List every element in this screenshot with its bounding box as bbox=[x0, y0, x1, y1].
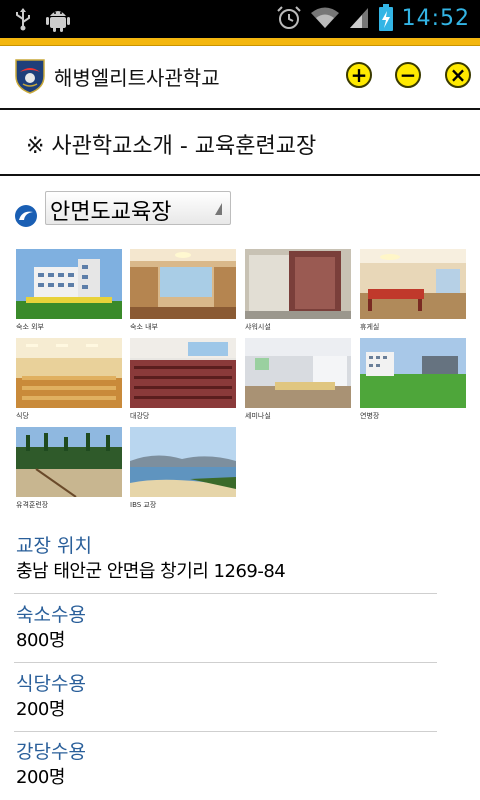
gallery-caption: 숙소 내부 bbox=[130, 323, 158, 331]
wifi-icon bbox=[310, 7, 339, 28]
close-button[interactable]: × bbox=[445, 62, 471, 88]
gallery-caption: 대강당 bbox=[130, 412, 150, 420]
app-header: 해병엘리트사관학교 + − × bbox=[0, 46, 480, 108]
gallery-caption: 휴게실 bbox=[360, 323, 380, 331]
info-divider bbox=[14, 593, 437, 594]
info-divider bbox=[14, 731, 437, 732]
gallery-caption: 연병장 bbox=[360, 412, 380, 420]
alarm-icon bbox=[276, 6, 301, 29]
close-icon: × bbox=[449, 63, 467, 87]
info-value-location: 충남 태안군 안면읍 창기리 1269-84 bbox=[16, 561, 286, 582]
header-divider bbox=[0, 108, 480, 110]
gallery-photo-ibs-ground[interactable] bbox=[130, 427, 236, 497]
clock: 14:52 bbox=[401, 5, 470, 31]
gallery-photo-cafeteria[interactable] bbox=[16, 338, 122, 408]
location-swirl-icon bbox=[15, 205, 37, 227]
usb-icon bbox=[16, 8, 30, 31]
info-label-location: 교장 위치 bbox=[16, 535, 92, 557]
gallery-caption: 유격훈련장 bbox=[16, 501, 49, 509]
gallery-photo-dorm-interior[interactable] bbox=[130, 249, 236, 319]
info-label-dorm-capacity: 숙소수용 bbox=[16, 604, 86, 626]
marine-emblem-icon bbox=[15, 59, 45, 94]
gallery-photo-dorm-exterior[interactable] bbox=[16, 249, 122, 319]
info-label-auditorium-capacity: 강당수용 bbox=[16, 741, 86, 763]
gallery-caption: 샤워시설 bbox=[245, 323, 271, 331]
info-label-cafeteria-capacity: 식당수용 bbox=[16, 673, 86, 695]
minus-icon: − bbox=[399, 63, 417, 87]
battery-charging-icon bbox=[378, 4, 393, 31]
gallery-caption: 세미나실 bbox=[245, 412, 271, 420]
header-accent-strip bbox=[0, 38, 480, 46]
info-value-auditorium-capacity: 200명 bbox=[16, 767, 65, 788]
remove-button[interactable]: − bbox=[395, 62, 421, 88]
gallery-photo-ranger-course[interactable] bbox=[16, 427, 122, 497]
section-divider bbox=[0, 174, 480, 176]
plus-icon: + bbox=[350, 63, 368, 87]
app-title: 해병엘리트사관학교 bbox=[54, 66, 220, 90]
signal-icon bbox=[349, 8, 368, 28]
section-title: ※ 사관학교소개 - 교육훈련교장 bbox=[26, 134, 317, 159]
location-select-value: 안면도교육장 bbox=[50, 200, 172, 225]
gallery-photo-shower[interactable] bbox=[245, 249, 351, 319]
status-bar: 14:52 bbox=[0, 0, 480, 38]
gallery-photo-seminar-room[interactable] bbox=[245, 338, 351, 408]
gallery-caption: 숙소 외부 bbox=[16, 323, 44, 331]
android-debug-icon bbox=[46, 11, 70, 32]
info-value-cafeteria-capacity: 200명 bbox=[16, 699, 65, 720]
gallery-photo-parade-ground[interactable] bbox=[360, 338, 466, 408]
location-select[interactable]: 안면도교육장 bbox=[45, 191, 231, 225]
info-value-dorm-capacity: 800명 bbox=[16, 630, 65, 651]
add-button[interactable]: + bbox=[346, 62, 372, 88]
gallery-photo-auditorium[interactable] bbox=[130, 338, 236, 408]
gallery-caption: 식당 bbox=[16, 412, 29, 420]
dropdown-arrow-icon bbox=[215, 203, 222, 215]
gallery-caption: IBS 교장 bbox=[130, 501, 157, 509]
gallery-photo-lounge[interactable] bbox=[360, 249, 466, 319]
info-divider bbox=[14, 662, 437, 663]
